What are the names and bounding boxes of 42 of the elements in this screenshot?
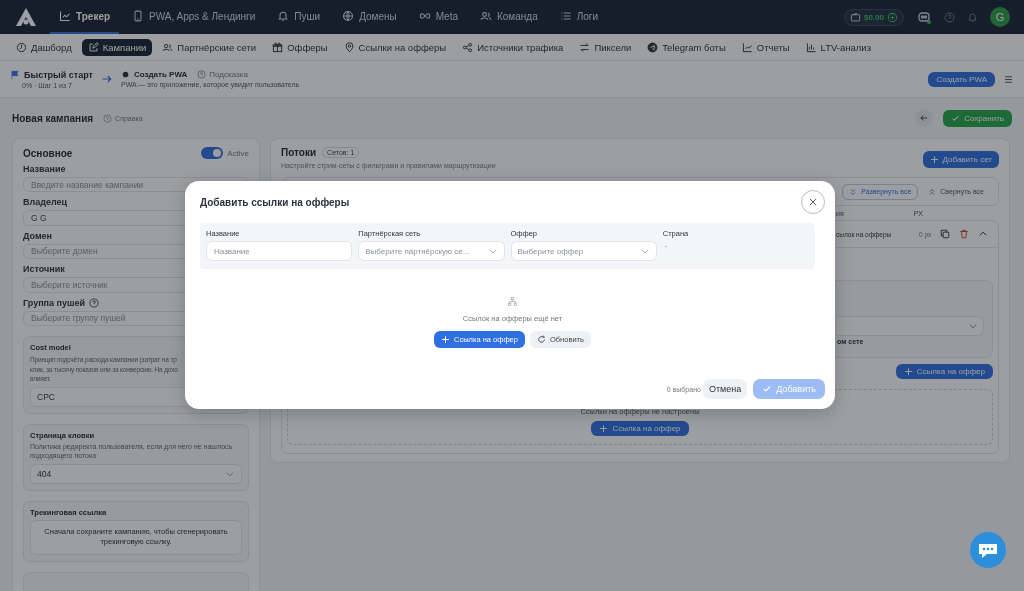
field-label: Название <box>23 164 66 174</box>
section-tab[interactable]: Ссылки на офферы <box>337 38 453 56</box>
select-field[interactable]: Выберите партнёрскую се... <box>358 241 505 261</box>
add-link-button[interactable]: Ссылка на оффер <box>895 364 993 379</box>
step-title: Создать PWA <box>134 70 188 79</box>
input-field[interactable]: Название <box>206 241 353 261</box>
add-set-button[interactable]: Добавить сет <box>922 151 999 168</box>
hint-link[interactable]: Подсказка <box>197 70 248 79</box>
field-label: Владелец <box>23 197 68 208</box>
nav-tab[interactable]: Команда <box>470 0 547 34</box>
nav-tab[interactable]: Логи <box>550 0 608 34</box>
section-tab[interactable]: Партнёрские сети <box>156 38 263 56</box>
section-tab[interactable]: Дашборд <box>10 38 78 56</box>
user-avatar[interactable]: G <box>990 7 1010 27</box>
cancel-button[interactable]: Отмена <box>702 379 748 399</box>
section-tab[interactable]: Офферы <box>266 38 334 56</box>
toggle-label: Active <box>227 148 249 158</box>
select-field[interactable]: 404 <box>30 463 242 484</box>
card-title: Основное <box>23 147 73 159</box>
save-button[interactable]: Сохранить <box>943 109 1012 127</box>
field-label: Домен <box>23 230 52 241</box>
section-tab[interactable]: Пиксели <box>573 38 638 56</box>
quick-start-title: Быстрый старт <box>24 69 93 80</box>
card-title: Потоки <box>281 147 317 158</box>
section-tab[interactable]: Отчеты <box>735 38 796 56</box>
select-field[interactable]: Выберите оффер <box>510 241 657 261</box>
section-tab[interactable]: Источники трафика <box>456 38 570 56</box>
nav-tab[interactable]: Домены <box>333 0 406 34</box>
nav-tab[interactable]: PWA, Apps & Лендинги <box>123 0 265 34</box>
field-label: Источник <box>23 264 65 275</box>
section-tab[interactable]: LTV-анализ <box>799 38 877 56</box>
nav-tab[interactable]: Meta <box>409 0 467 34</box>
balance-button[interactable]: $0.00 <box>843 8 904 26</box>
create-pwa-button[interactable]: Создать PWA <box>928 71 995 87</box>
page-title: Новая кампания <box>12 112 94 124</box>
add-link-button[interactable]: Ссылка на оффер <box>591 421 689 436</box>
country-value: - <box>663 241 668 250</box>
nav-tab[interactable]: Пуши <box>268 0 330 34</box>
field-label: Группа пушей <box>23 297 85 308</box>
section-tab[interactable]: Telegram боты <box>641 38 732 56</box>
section-tab[interactable]: Кампании <box>81 38 153 56</box>
dialog-title: Добавить ссылки на офферы <box>200 196 350 208</box>
